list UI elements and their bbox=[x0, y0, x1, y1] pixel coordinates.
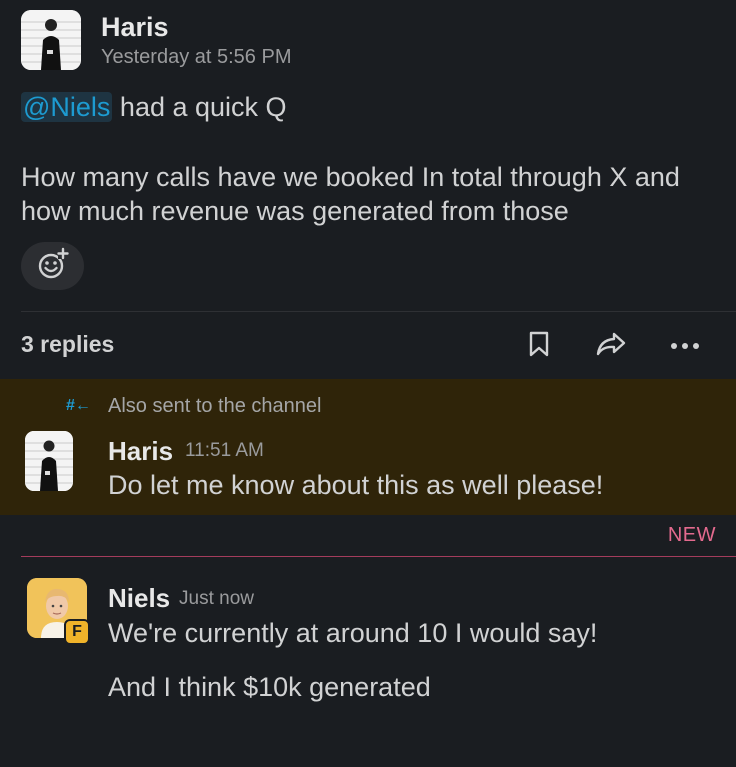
author-name[interactable]: Haris bbox=[108, 436, 173, 467]
add-reaction-icon bbox=[36, 247, 70, 286]
message-timestamp: 11:51 AM bbox=[185, 440, 264, 461]
bookmark-icon bbox=[528, 330, 550, 363]
more-icon bbox=[669, 337, 701, 355]
message-body: How many calls have we booked In total t… bbox=[21, 162, 680, 226]
bookmark-button[interactable] bbox=[522, 330, 556, 362]
message-text: had a quick Q bbox=[112, 92, 287, 122]
more-actions-button[interactable] bbox=[668, 330, 702, 362]
add-reaction-button[interactable] bbox=[21, 242, 84, 290]
new-messages-divider bbox=[21, 556, 736, 557]
share-icon bbox=[595, 330, 627, 363]
message-text: And I think $10k generated bbox=[108, 672, 431, 702]
user-mention[interactable]: @Niels bbox=[21, 92, 113, 122]
sent-to-channel-icon: #← bbox=[66, 397, 91, 414]
author-avatar[interactable] bbox=[21, 10, 81, 70]
workspace-badge: F bbox=[64, 619, 90, 645]
message-text: We're currently at around 10 I would say… bbox=[108, 618, 598, 648]
message-line: @Niels had a quick Q bbox=[21, 92, 287, 123]
reply-count: 3 replies bbox=[21, 331, 115, 357]
share-button[interactable] bbox=[594, 330, 628, 362]
divider bbox=[21, 311, 736, 312]
author-name[interactable]: Haris bbox=[101, 12, 169, 43]
message-timestamp: Just now bbox=[179, 588, 254, 609]
message-timestamp: Yesterday at 5:56 PM bbox=[101, 46, 292, 68]
new-messages-label: NEW bbox=[667, 524, 716, 546]
author-avatar[interactable] bbox=[25, 431, 73, 491]
sent-to-channel-label[interactable]: Also sent to the channel bbox=[108, 395, 321, 418]
author-name[interactable]: Niels bbox=[108, 583, 170, 614]
message-text: Do let me know about this as well please… bbox=[108, 470, 604, 500]
